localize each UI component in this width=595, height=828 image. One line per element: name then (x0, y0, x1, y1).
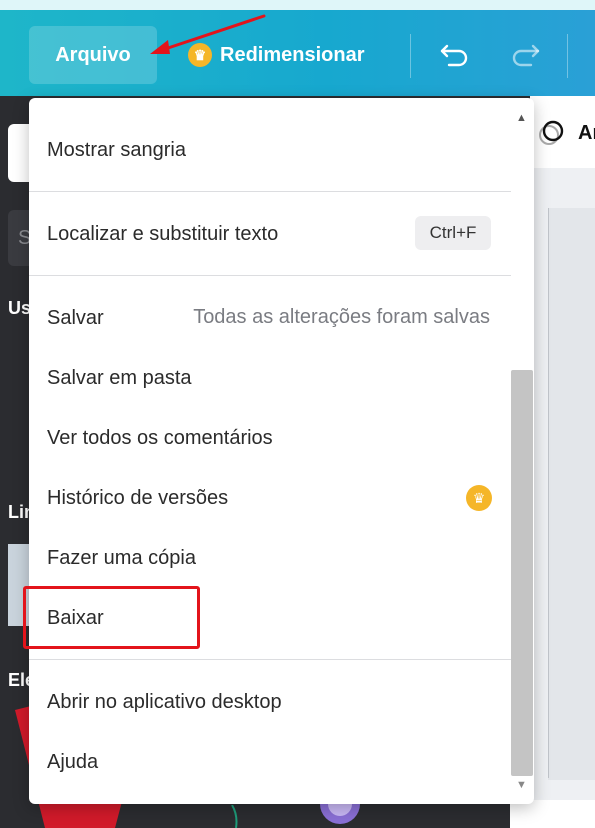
menu-item-view-comments[interactable]: Ver todos os comentários (47, 427, 273, 450)
menu-separator (29, 275, 511, 276)
top-toolbar: Arquivo ♛ Redimensionar (0, 0, 595, 96)
element-thumbnail[interactable] (230, 805, 240, 828)
scroll-down-icon[interactable]: ▼ (516, 779, 527, 791)
menu-separator (29, 191, 511, 192)
element-thumbnail[interactable] (320, 800, 360, 828)
bottom-bar (510, 800, 595, 828)
redo-icon[interactable] (507, 36, 543, 72)
toolbar-divider (567, 34, 568, 78)
menu-item-help[interactable]: Ajuda (47, 751, 98, 774)
annotation-arrow-icon (150, 14, 266, 54)
transparency-icon[interactable] (538, 120, 564, 146)
scrollbar-thumb[interactable] (511, 370, 533, 776)
menu-item-save-to-folder[interactable]: Salvar em pasta (47, 367, 192, 390)
sidebar-heading-recent: Us (8, 298, 32, 318)
menu-item-version-history[interactable]: Histórico de versões (47, 487, 228, 510)
shortcut-badge: Ctrl+F (415, 216, 491, 250)
menu-scrollbar[interactable]: ▲ ▼ (511, 106, 533, 796)
canvas-toolbar-label[interactable]: Ar (578, 122, 595, 145)
canvas-page (548, 208, 595, 780)
menu-item-make-copy[interactable]: Fazer uma cópia (47, 547, 196, 570)
toolbar-divider (410, 34, 411, 78)
scroll-up-icon[interactable]: ▲ (516, 112, 527, 124)
menu-item-save[interactable]: Salvar (47, 307, 104, 330)
undo-icon[interactable] (437, 36, 473, 72)
top-border (0, 0, 595, 10)
file-menu-button[interactable]: Arquivo (29, 26, 157, 84)
menu-item-show-bleed[interactable]: Mostrar sangria (47, 139, 186, 162)
file-menu-label: Arquivo (55, 43, 131, 66)
crown-icon: ♛ (466, 485, 492, 511)
save-status-text: Todas as alterações foram salvas (193, 306, 490, 328)
menu-separator (29, 659, 511, 660)
menu-item-open-desktop-app[interactable]: Abrir no aplicativo desktop (47, 691, 282, 714)
file-dropdown-menu: Mostrar sangria Localizar e substituir t… (29, 98, 534, 804)
vertical-ruler (534, 208, 549, 778)
menu-item-find-replace[interactable]: Localizar e substituir texto (47, 223, 278, 246)
annotation-highlight-box (23, 586, 200, 649)
